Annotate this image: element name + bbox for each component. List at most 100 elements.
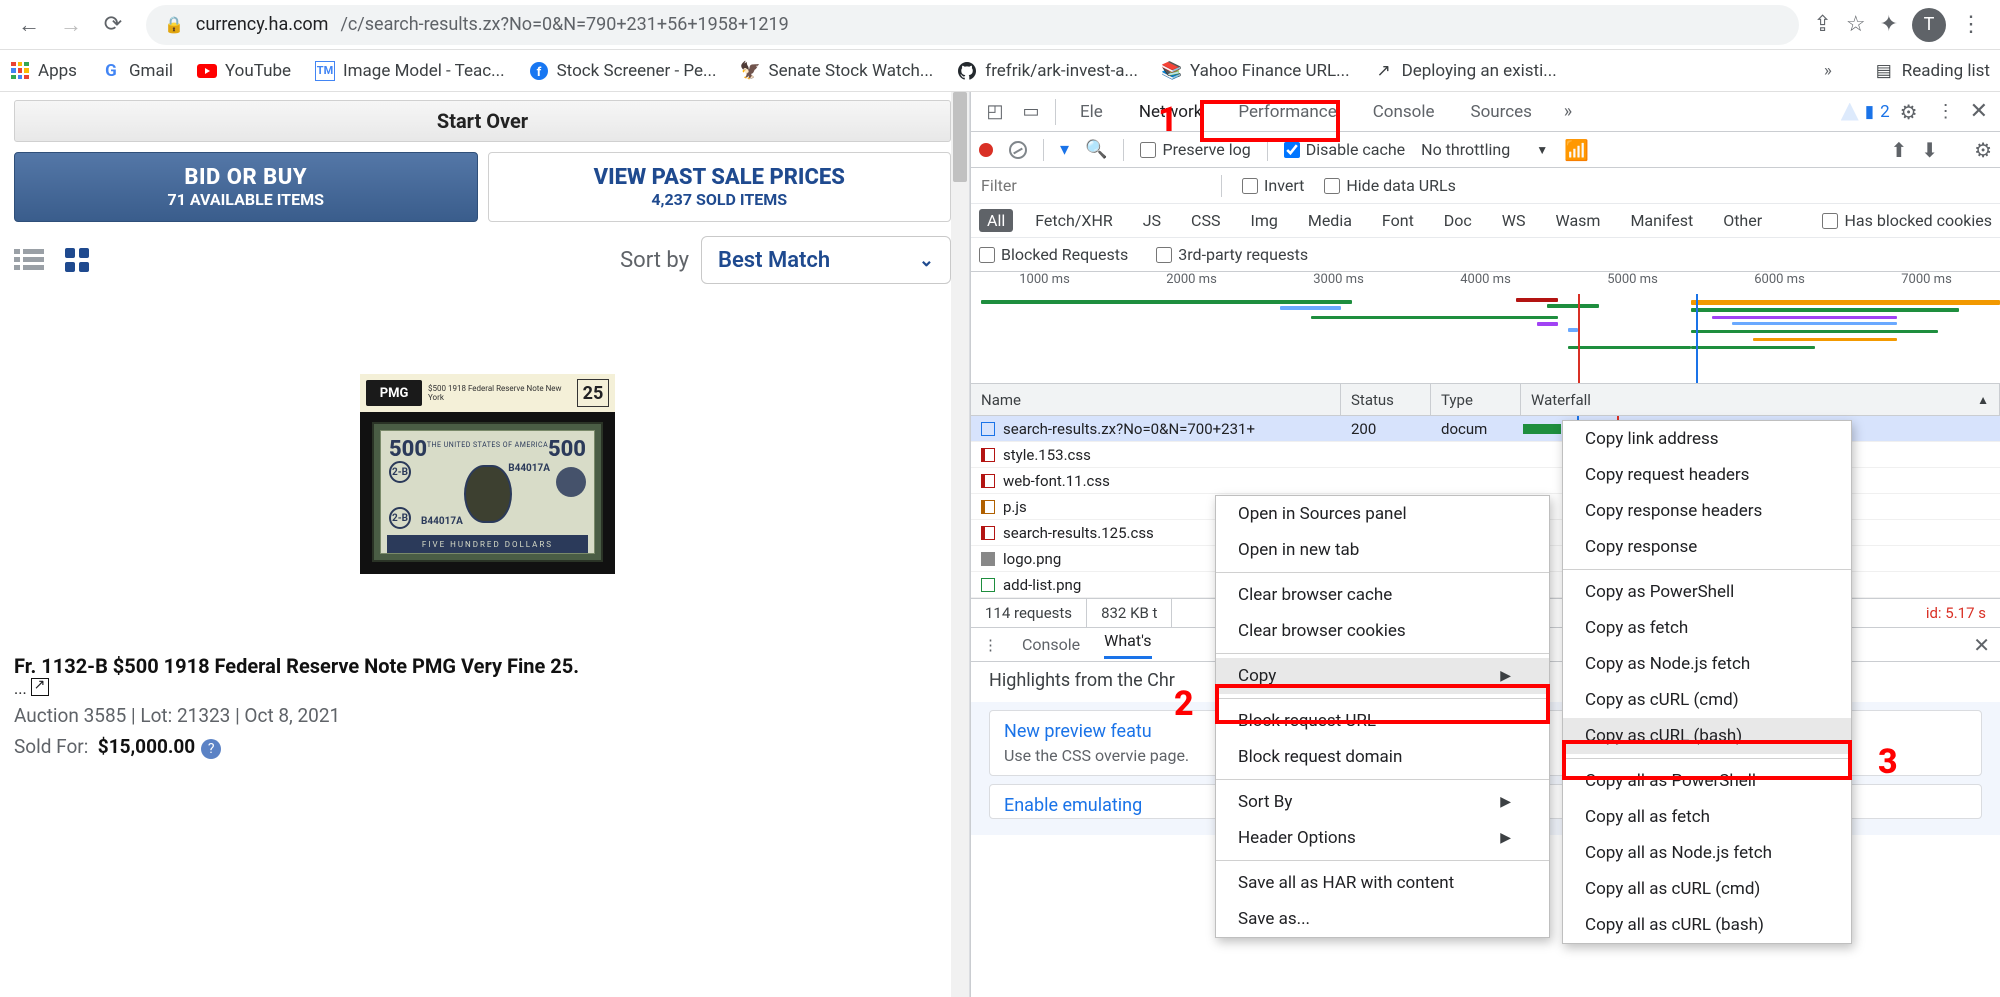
devtools-menu-icon[interactable]: ⋮ [1928,94,1964,130]
menu-save-har[interactable]: Save all as HAR with content [1216,865,1549,901]
type-ws[interactable]: WS [1494,209,1534,232]
col-waterfall[interactable]: Waterfall▲ [1521,384,2000,415]
menu-copy-response[interactable]: Copy response [1563,529,1851,565]
menu-copy-req-headers[interactable]: Copy request headers [1563,457,1851,493]
type-font[interactable]: Font [1374,209,1422,232]
extensions-icon[interactable]: ✦ [1880,12,1898,37]
menu-copy-all-nodejs[interactable]: Copy all as Node.js fetch [1563,835,1851,871]
more-tabs-icon[interactable]: » [1550,94,1586,130]
tab-bid-or-buy[interactable]: BID OR BUY 71 AVAILABLE ITEMS [14,152,478,222]
preserve-log-checkbox[interactable]: Preserve log [1140,140,1250,159]
third-party-checkbox[interactable]: 3rd-party requests [1156,245,1308,264]
share-icon[interactable]: ⇪ [1813,12,1831,37]
type-css[interactable]: CSS [1183,209,1228,232]
tab-sources[interactable]: Sources [1453,92,1550,132]
expand-icon[interactable] [31,678,49,696]
apps-shortcut[interactable]: Apps [10,61,77,81]
menu-sort-by[interactable]: Sort By▶ [1216,784,1549,820]
tab-network[interactable]: Network [1121,92,1221,132]
menu-save-as[interactable]: Save as... [1216,901,1549,937]
tab-performance[interactable]: Performance [1220,92,1354,132]
chrome-menu-icon[interactable]: ⋮ [1960,12,1982,37]
back-button[interactable]: ← [10,6,48,44]
reading-list[interactable]: ▤Reading list [1874,61,1990,81]
star-icon[interactable]: ☆ [1846,12,1866,37]
list-view-button[interactable] [14,245,44,275]
type-img[interactable]: Img [1242,209,1285,232]
drawer-menu-icon[interactable]: ⋮ [983,636,998,654]
network-settings-icon[interactable]: ⚙ [1974,138,1992,162]
menu-copy-curl-bash[interactable]: Copy as cURL (bash) [1563,718,1851,754]
menu-clear-cache[interactable]: Clear browser cache [1216,577,1549,613]
bookmark-senate-stock[interactable]: 🦅Senate Stock Watch... [741,61,934,81]
sort-select[interactable]: Best Match ⌄ [701,236,951,284]
bookmark-deploying[interactable]: ↗Deploying an existi... [1374,61,1557,81]
upload-har-icon[interactable]: ⬆ [1891,138,1908,162]
network-conditions-icon[interactable]: 📶 [1564,138,1589,162]
devtools-settings-icon[interactable]: ⚙ [1900,100,1918,124]
download-har-icon[interactable]: ⬇ [1921,138,1938,162]
filter-toggle-icon[interactable]: ▾ [1060,139,1069,160]
clear-button[interactable] [1009,141,1027,159]
menu-open-new-tab[interactable]: Open in new tab [1216,532,1549,568]
menu-copy[interactable]: Copy▶ [1216,658,1549,694]
menu-copy-res-headers[interactable]: Copy response headers [1563,493,1851,529]
tab-past-sales[interactable]: VIEW PAST SALE PRICES 4,237 SOLD ITEMS [488,152,952,222]
drawer-close-icon[interactable]: ✕ [1973,633,1990,657]
bookmark-youtube[interactable]: YouTube [197,61,291,81]
type-manifest[interactable]: Manifest [1622,209,1701,232]
col-type[interactable]: Type [1431,384,1521,415]
device-toolbar-icon[interactable]: ▭ [1013,94,1049,130]
type-media[interactable]: Media [1300,209,1360,232]
drawer-tab-console[interactable]: Console [1022,635,1080,654]
menu-copy-powershell[interactable]: Copy as PowerShell [1563,574,1851,610]
menu-open-sources[interactable]: Open in Sources panel [1216,496,1549,532]
menu-copy-nodejs-fetch[interactable]: Copy as Node.js fetch [1563,646,1851,682]
grid-view-button[interactable] [62,245,92,275]
tab-console[interactable]: Console [1355,92,1453,132]
search-icon[interactable]: 🔍 [1085,139,1107,160]
menu-clear-cookies[interactable]: Clear browser cookies [1216,613,1549,649]
type-doc[interactable]: Doc [1436,209,1480,232]
drawer-tab-whatsnew[interactable]: What's [1104,631,1151,659]
info-icon[interactable]: ? [201,739,221,759]
bookmark-yahoo-finance[interactable]: 📚Yahoo Finance URL... [1162,61,1350,81]
item-title[interactable]: Fr. 1132-B $500 1918 Federal Reserve Not… [14,654,961,678]
start-over-button[interactable]: Start Over [14,100,951,142]
filter-input[interactable] [971,171,1221,201]
type-wasm[interactable]: Wasm [1548,209,1609,232]
menu-block-url[interactable]: Block request URL [1216,703,1549,739]
issues-button[interactable]: ▮2 [1841,102,1890,122]
address-bar[interactable]: 🔒 currency.ha.com/c/search-results.zx?No… [146,5,1799,45]
forward-button[interactable]: → [52,6,90,44]
col-name[interactable]: Name [971,384,1341,415]
menu-block-domain[interactable]: Block request domain [1216,739,1549,775]
profile-avatar[interactable]: T [1912,8,1946,42]
tab-elements[interactable]: Ele [1062,92,1121,132]
devtools-close-icon[interactable]: ✕ [1970,99,1988,124]
menu-header-options[interactable]: Header Options▶ [1216,820,1549,856]
type-js[interactable]: JS [1135,209,1169,232]
result-card[interactable]: PMG $500 1918 Federal Reserve Note New Y… [14,374,961,759]
menu-copy-link[interactable]: Copy link address [1563,421,1851,457]
timeline-overview[interactable]: 1000 ms2000 ms3000 ms4000 ms5000 ms6000 … [971,272,2000,384]
record-button[interactable] [979,143,993,157]
menu-copy-all-powershell[interactable]: Copy all as PowerShell [1563,763,1851,799]
col-status[interactable]: Status [1341,384,1431,415]
menu-copy-all-curl-bash[interactable]: Copy all as cURL (bash) [1563,907,1851,943]
disable-cache-checkbox[interactable]: Disable cache [1284,140,1405,159]
menu-copy-all-fetch[interactable]: Copy all as fetch [1563,799,1851,835]
bookmark-github-ark[interactable]: frefrik/ark-invest-a... [957,61,1138,81]
bookmark-stock-screener[interactable]: fStock Screener - Pe... [529,61,717,81]
bookmarks-overflow-icon[interactable]: » [1824,61,1832,81]
page-scrollbar[interactable] [951,92,969,997]
invert-checkbox[interactable]: Invert [1242,176,1304,195]
reload-button[interactable]: ⟳ [94,6,132,44]
inspect-element-icon[interactable]: ◰ [977,94,1013,130]
menu-copy-all-curl-cmd[interactable]: Copy all as cURL (cmd) [1563,871,1851,907]
menu-copy-curl-cmd[interactable]: Copy as cURL (cmd) [1563,682,1851,718]
throttling-select[interactable]: No throttling▼ [1421,140,1548,159]
blocked-requests-checkbox[interactable]: Blocked Requests [979,245,1128,264]
bookmark-image-model[interactable]: TMImage Model - Teac... [315,61,505,81]
bookmark-gmail[interactable]: GGmail [101,61,173,81]
